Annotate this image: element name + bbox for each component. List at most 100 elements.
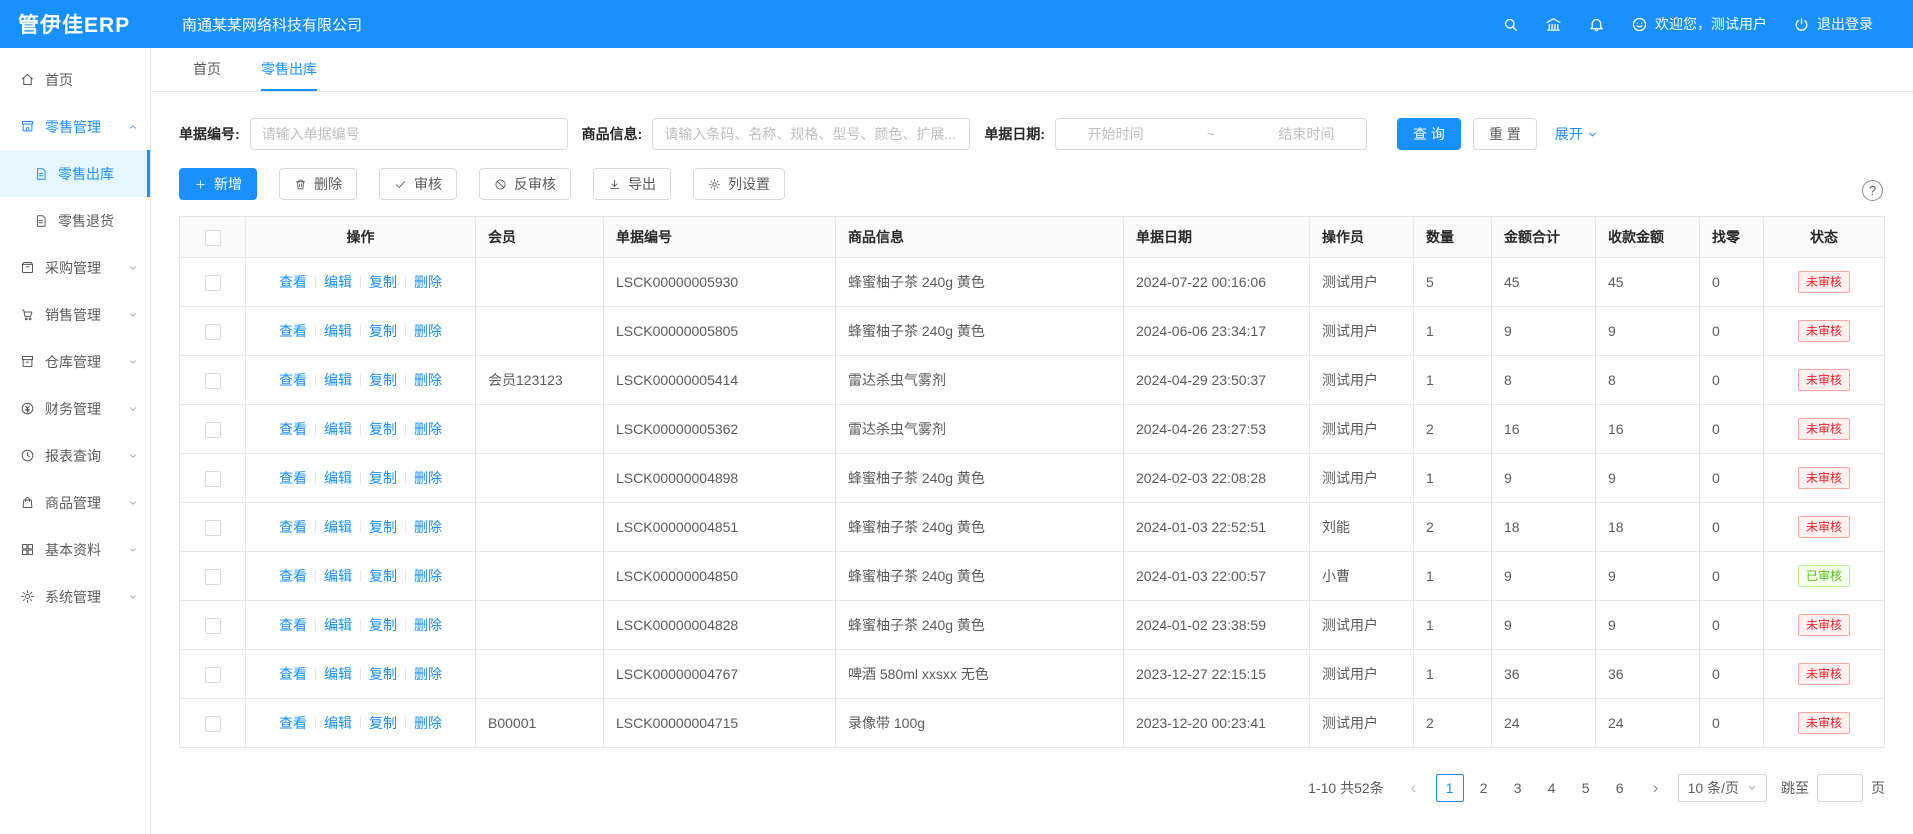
audit-button[interactable]: 审核: [379, 168, 457, 200]
tab-home[interactable]: 首页: [193, 48, 221, 91]
view-link[interactable]: 查看: [279, 274, 307, 290]
page-3[interactable]: 3: [1504, 774, 1532, 802]
sidebar-item-system[interactable]: 系统管理: [0, 573, 150, 620]
page-1[interactable]: 1: [1436, 774, 1464, 802]
delete-link[interactable]: 删除: [414, 666, 442, 682]
view-link[interactable]: 查看: [279, 715, 307, 731]
delete-link[interactable]: 删除: [414, 519, 442, 535]
sidebar-item-purchase[interactable]: 采购管理: [0, 244, 150, 291]
page-2[interactable]: 2: [1470, 774, 1498, 802]
copy-link[interactable]: 复制: [369, 274, 397, 290]
row-checkbox[interactable]: [205, 716, 221, 732]
view-link[interactable]: 查看: [279, 568, 307, 584]
delete-link[interactable]: 删除: [414, 274, 442, 290]
column-settings-button[interactable]: 列设置: [693, 168, 785, 200]
delete-button[interactable]: 删除: [279, 168, 357, 200]
copy-link[interactable]: 复制: [369, 372, 397, 388]
date-range-input[interactable]: 开始时间 ~ 结束时间: [1055, 118, 1367, 150]
bill-no-input[interactable]: [250, 118, 568, 150]
edit-link[interactable]: 编辑: [324, 568, 352, 584]
copy-link[interactable]: 复制: [369, 666, 397, 682]
sidebar-item-finance[interactable]: 财务管理: [0, 385, 150, 432]
view-link[interactable]: 查看: [279, 666, 307, 682]
help-icon[interactable]: ?: [1862, 180, 1883, 201]
tab-retail-outbound[interactable]: 零售出库: [261, 48, 317, 91]
delete-link[interactable]: 删除: [414, 470, 442, 486]
edit-link[interactable]: 编辑: [324, 323, 352, 339]
page-6[interactable]: 6: [1606, 774, 1634, 802]
sidebar-item-warehouse[interactable]: 仓库管理: [0, 338, 150, 385]
copy-link[interactable]: 复制: [369, 323, 397, 339]
copy-link[interactable]: 复制: [369, 715, 397, 731]
export-button[interactable]: 导出: [593, 168, 671, 200]
product-input[interactable]: [652, 118, 970, 150]
sidebar-item-sales[interactable]: 销售管理: [0, 291, 150, 338]
delete-link[interactable]: 删除: [414, 568, 442, 584]
jump-input[interactable]: [1817, 774, 1863, 802]
row-checkbox[interactable]: [205, 618, 221, 634]
sidebar-item-label: 系统管理: [45, 587, 101, 607]
date-cell: 2024-07-22 00:16:06: [1124, 258, 1310, 307]
sidebar-item-retail-return[interactable]: 零售退货: [0, 197, 150, 244]
edit-link[interactable]: 编辑: [324, 666, 352, 682]
edit-link[interactable]: 编辑: [324, 372, 352, 388]
date-label: 单据日期:: [984, 124, 1045, 144]
search-button[interactable]: 查 询: [1397, 118, 1461, 150]
welcome-user[interactable]: 欢迎您，测试用户: [1631, 14, 1767, 34]
edit-link[interactable]: 编辑: [324, 617, 352, 633]
sidebar-item-basic[interactable]: 基本资料: [0, 526, 150, 573]
copy-link[interactable]: 复制: [369, 470, 397, 486]
logout-button[interactable]: 退出登录: [1793, 14, 1873, 34]
page-size-select[interactable]: 10 条/页: [1678, 774, 1767, 802]
row-checkbox[interactable]: [205, 275, 221, 291]
sidebar-item-retail-outbound[interactable]: 零售出库: [0, 150, 150, 197]
edit-link[interactable]: 编辑: [324, 274, 352, 290]
reset-button[interactable]: 重 置: [1473, 118, 1537, 150]
sidebar-item-goods[interactable]: 商品管理: [0, 479, 150, 526]
row-checkbox[interactable]: [205, 471, 221, 487]
unaudit-button[interactable]: 反审核: [479, 168, 571, 200]
bell-icon[interactable]: [1588, 16, 1605, 33]
view-link[interactable]: 查看: [279, 617, 307, 633]
row-checkbox[interactable]: [205, 324, 221, 340]
delete-link[interactable]: 删除: [414, 421, 442, 437]
edit-link[interactable]: 编辑: [324, 421, 352, 437]
row-checkbox[interactable]: [205, 422, 221, 438]
copy-link[interactable]: 复制: [369, 617, 397, 633]
view-link[interactable]: 查看: [279, 519, 307, 535]
sidebar-item-home[interactable]: 首页: [0, 56, 150, 103]
search-icon[interactable]: [1502, 16, 1519, 33]
page-4[interactable]: 4: [1538, 774, 1566, 802]
edit-link[interactable]: 编辑: [324, 519, 352, 535]
row-checkbox[interactable]: [205, 373, 221, 389]
bank-icon[interactable]: [1545, 16, 1562, 33]
copy-link[interactable]: 复制: [369, 519, 397, 535]
date-start-placeholder: 开始时间: [1088, 124, 1144, 144]
expand-link[interactable]: 展开: [1555, 124, 1598, 144]
prev-page-button[interactable]: ‹: [1400, 774, 1428, 802]
view-link[interactable]: 查看: [279, 421, 307, 437]
row-select-cell: [180, 356, 246, 405]
view-link[interactable]: 查看: [279, 470, 307, 486]
sidebar-item-retail[interactable]: 零售管理: [0, 103, 150, 150]
edit-link[interactable]: 编辑: [324, 715, 352, 731]
delete-link[interactable]: 删除: [414, 617, 442, 633]
delete-link[interactable]: 删除: [414, 372, 442, 388]
edit-link[interactable]: 编辑: [324, 470, 352, 486]
copy-link[interactable]: 复制: [369, 568, 397, 584]
view-link[interactable]: 查看: [279, 372, 307, 388]
row-checkbox[interactable]: [205, 667, 221, 683]
delete-link[interactable]: 删除: [414, 715, 442, 731]
sidebar-item-report[interactable]: 报表查询: [0, 432, 150, 479]
date-cell: 2024-01-03 22:52:51: [1124, 503, 1310, 552]
qty-cell: 2: [1414, 699, 1492, 748]
row-checkbox[interactable]: [205, 569, 221, 585]
copy-link[interactable]: 复制: [369, 421, 397, 437]
view-link[interactable]: 查看: [279, 323, 307, 339]
row-checkbox[interactable]: [205, 520, 221, 536]
select-all-checkbox[interactable]: [205, 230, 221, 246]
next-page-button[interactable]: ›: [1642, 774, 1670, 802]
page-5[interactable]: 5: [1572, 774, 1600, 802]
add-button[interactable]: 新增: [179, 168, 257, 200]
delete-link[interactable]: 删除: [414, 323, 442, 339]
